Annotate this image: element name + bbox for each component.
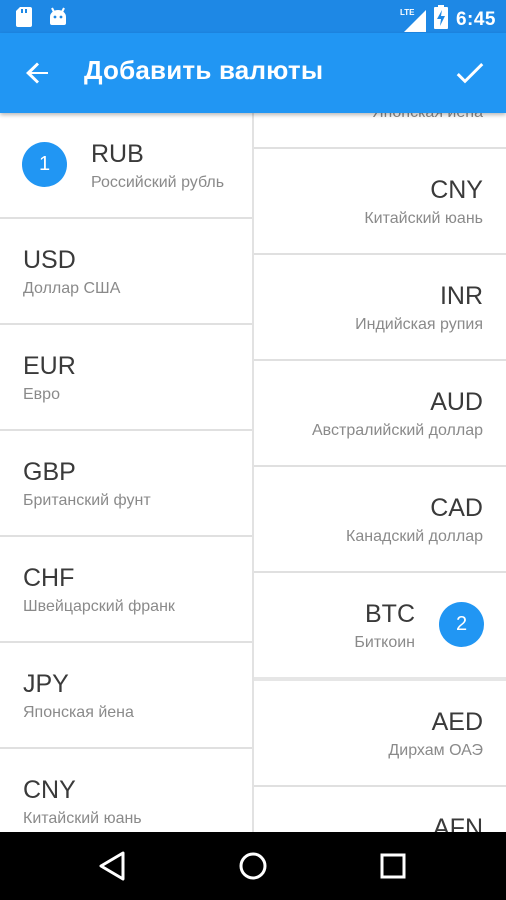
currency-name: Китайский юань bbox=[364, 210, 483, 227]
currency-name: Российский рубль bbox=[91, 174, 225, 191]
currency-code: CHF bbox=[23, 564, 75, 592]
currency-row-rub[interactable]: 1 RUB Российский рубль bbox=[0, 113, 252, 219]
currency-row-usd[interactable]: USD Доллар США bbox=[0, 219, 252, 325]
selected-currency-list: 1 RUB Российский рубль USD Доллар США EU… bbox=[0, 113, 252, 832]
currency-row-aud[interactable]: AUD Австралийский доллар bbox=[254, 361, 506, 467]
nav-home-button[interactable] bbox=[236, 849, 270, 883]
currency-row-cad[interactable]: CAD Канадский доллар bbox=[254, 467, 506, 573]
system-nav-bar bbox=[0, 832, 506, 900]
nav-back-button[interactable] bbox=[95, 849, 129, 883]
status-bar: LTE 6:45 bbox=[0, 0, 506, 33]
currency-code: AFN bbox=[433, 814, 483, 832]
currency-name: Британский фунт bbox=[23, 492, 151, 509]
app-bar: Добавить валюты bbox=[0, 33, 506, 113]
currency-row-cny[interactable]: CNY Китайский юань bbox=[0, 749, 252, 832]
currency-name: Доллар США bbox=[23, 280, 121, 297]
currency-row-cny[interactable]: CNY Китайский юань bbox=[254, 149, 506, 255]
android-icon bbox=[48, 7, 68, 32]
currency-code: CNY bbox=[23, 776, 76, 804]
currency-code: RUB bbox=[91, 140, 144, 168]
signal-icon: LTE bbox=[400, 8, 426, 32]
back-triangle-icon bbox=[99, 851, 125, 881]
confirm-button[interactable] bbox=[452, 55, 488, 91]
currency-row-jpy[interactable]: JPY Японская йена bbox=[0, 643, 252, 749]
currency-row-afn[interactable]: AFN bbox=[254, 787, 506, 832]
currency-code: CNY bbox=[430, 176, 483, 204]
currency-code: BTC bbox=[365, 600, 415, 628]
currency-code: JPY bbox=[23, 670, 69, 698]
currency-name: Евро bbox=[23, 386, 60, 403]
currency-name: Китайский юань bbox=[23, 810, 142, 827]
sd-card-icon bbox=[16, 7, 32, 32]
currency-name: Японская йена bbox=[372, 113, 483, 122]
currency-name: Японская йена bbox=[23, 704, 134, 721]
order-badge: 1 bbox=[22, 142, 67, 187]
currency-row-inr[interactable]: INR Индийская рупия bbox=[254, 255, 506, 361]
arrow-back-icon bbox=[26, 62, 48, 84]
currency-name: Канадский доллар bbox=[346, 528, 483, 545]
currency-row-eur[interactable]: EUR Евро bbox=[0, 325, 252, 431]
currency-name: Швейцарский франк bbox=[23, 598, 175, 615]
currency-code: AUD bbox=[430, 388, 483, 416]
nav-recents-button[interactable] bbox=[376, 849, 410, 883]
currency-code: AED bbox=[431, 708, 483, 736]
currency-code: CAD bbox=[430, 494, 483, 522]
currency-row-gbp[interactable]: GBP Британский фунт bbox=[0, 431, 252, 537]
recents-square-icon bbox=[380, 853, 406, 879]
currency-code: GBP bbox=[23, 458, 76, 486]
currency-row-chf[interactable]: CHF Швейцарский франк bbox=[0, 537, 252, 643]
check-icon bbox=[456, 63, 484, 84]
currency-name: Индийская рупия bbox=[355, 316, 483, 333]
battery-charging-icon bbox=[433, 5, 448, 34]
page-title: Добавить валюты bbox=[84, 55, 324, 85]
available-currency-list[interactable]: Японская йена CNY Китайский юань INR Инд… bbox=[254, 113, 506, 832]
currency-code: INR bbox=[439, 282, 483, 310]
currency-name: Биткоин bbox=[354, 634, 415, 651]
status-time: 6:45 bbox=[455, 8, 496, 30]
home-circle-icon bbox=[239, 852, 267, 880]
currency-row-btc[interactable]: BTC Биткоин 2 bbox=[254, 573, 506, 677]
currency-row-aed[interactable]: AED Дирхам ОАЭ bbox=[254, 681, 506, 787]
currency-row-jpy-partial[interactable]: Японская йена bbox=[254, 113, 506, 149]
back-button[interactable] bbox=[20, 55, 56, 91]
currency-name: Австралийский доллар bbox=[312, 422, 483, 439]
currency-code: USD bbox=[23, 246, 76, 274]
order-badge: 2 bbox=[439, 602, 484, 647]
currency-code: EUR bbox=[23, 352, 76, 380]
currency-name: Дирхам ОАЭ bbox=[388, 742, 483, 759]
